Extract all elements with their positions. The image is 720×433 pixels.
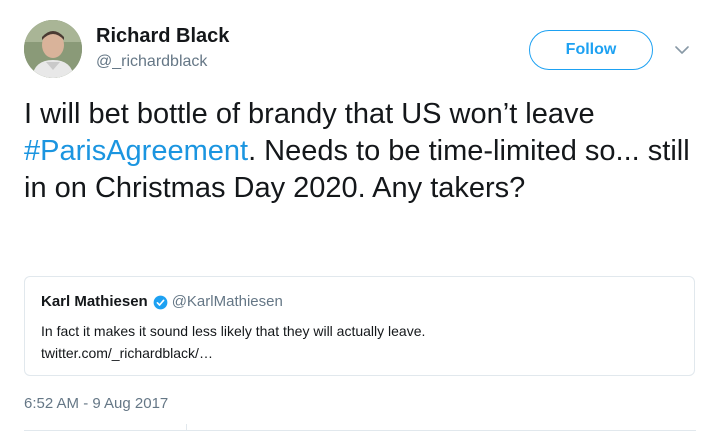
quoted-tweet-header: Karl Mathiesen @KarlMathiesen <box>41 293 283 311</box>
divider <box>186 424 187 431</box>
tweet-text: I will bet bottle of brandy that US won’… <box>24 96 704 207</box>
quoted-tweet-card[interactable]: Karl Mathiesen @KarlMathiesen In fact it… <box>24 276 695 376</box>
more-options-button[interactable] <box>672 40 692 60</box>
quoted-author-handle: @KarlMathiesen <box>171 293 283 310</box>
chevron-down-icon <box>675 45 689 54</box>
author-display-name[interactable]: Richard Black <box>96 24 229 48</box>
profile-photo <box>24 20 82 78</box>
quoted-author-name: Karl Mathiesen <box>41 293 148 310</box>
avatar[interactable] <box>24 20 82 78</box>
hashtag-link[interactable]: #ParisAgreement <box>24 135 248 167</box>
quoted-tweet-body: In fact it makes it sound less likely th… <box>41 320 425 364</box>
author-handle[interactable]: @_richardblack <box>96 52 207 72</box>
tweet-text-part: I will bet bottle of brandy that US won’… <box>24 98 595 130</box>
quoted-tweet-text: In fact it makes it sound less likely th… <box>41 323 426 339</box>
follow-button[interactable]: Follow <box>529 30 653 70</box>
divider <box>24 430 696 431</box>
quoted-tweet-link: twitter.com/_richardblack/… <box>41 345 213 361</box>
verified-badge-icon <box>153 295 168 309</box>
tweet-timestamp[interactable]: 6:52 AM - 9 Aug 2017 <box>24 394 168 414</box>
